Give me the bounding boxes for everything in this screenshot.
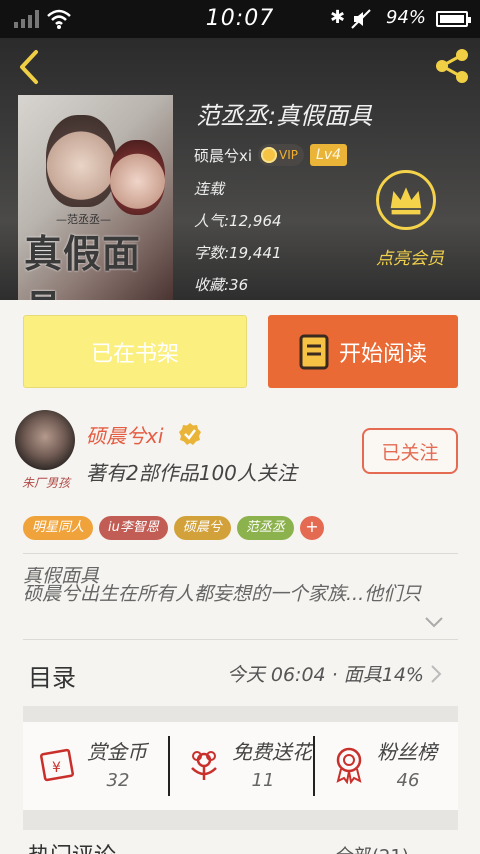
- battery-percent: 94%: [386, 7, 427, 28]
- author-summary: 著有2部作品100人关注: [86, 461, 297, 485]
- reward-coins-label: 赏金币: [87, 740, 147, 764]
- followed-button[interactable]: 已关注: [362, 428, 458, 474]
- book-header: —范丞丞— 真假面具 范丞丞:真假面具 硕晨兮xi VIP Lv4 连载 人气:…: [0, 38, 480, 300]
- reward-coins-count: 32: [106, 770, 130, 791]
- battery-icon: [436, 11, 471, 27]
- in-bookshelf-button[interactable]: 已在书架: [23, 315, 247, 388]
- vip-badge: VIP: [258, 144, 305, 166]
- fan-ranking-label: 粉丝榜: [377, 740, 437, 764]
- in-bookshelf-label: 已在书架: [90, 341, 179, 367]
- chevron-right-icon: [431, 665, 442, 683]
- red-envelope-icon: ¥: [40, 748, 74, 782]
- all-comments-link[interactable]: 全部(21): [336, 842, 409, 854]
- book-word-count: 字数:19,441: [194, 244, 282, 262]
- synopsis-line-2: 硕晨兮出生在所有人都妄想的一个家族...他们只: [23, 583, 422, 605]
- tag-item[interactable]: 硕晨兮: [173, 516, 231, 540]
- cover-figure-male: [46, 115, 116, 207]
- author-name[interactable]: 硕晨兮xi: [194, 145, 252, 166]
- fan-ranking-count: 46: [396, 770, 420, 791]
- author-avatar[interactable]: [15, 410, 75, 470]
- author-card-name[interactable]: 硕晨兮xi: [86, 420, 163, 449]
- crown-icon[interactable]: [376, 170, 436, 230]
- divider: [23, 553, 458, 554]
- free-flower-count: 11: [251, 770, 275, 791]
- avatar-caption: 朱厂男孩: [22, 476, 71, 490]
- table-of-contents-row[interactable]: 目录 今天 06:04 · 面具14%: [0, 640, 480, 704]
- section-gap: [23, 810, 458, 830]
- book-cover[interactable]: —范丞丞— 真假面具: [18, 95, 173, 300]
- fan-ranking-item[interactable]: 粉丝榜 46: [313, 722, 458, 810]
- tag-list: 明星同人 iu李智恩 硕晨兮 范丞丞 +: [23, 516, 324, 540]
- start-reading-label: 开始阅读: [338, 341, 427, 367]
- book-icon: [299, 334, 329, 369]
- bluetooth-icon: ✱: [330, 7, 346, 28]
- svg-text:¥: ¥: [52, 760, 61, 776]
- medal-icon: [336, 747, 362, 784]
- verified-icon: [179, 423, 201, 445]
- sun-icon: [261, 147, 278, 163]
- share-icon[interactable]: [432, 46, 472, 86]
- flower-icon: [191, 751, 217, 780]
- chevron-down-icon[interactable]: [424, 616, 444, 628]
- tag-item[interactable]: 范丞丞: [236, 516, 294, 540]
- cover-title: 真假面具: [24, 231, 142, 300]
- reward-coins-item[interactable]: ¥ 赏金币 32: [23, 722, 168, 810]
- synopsis[interactable]: 真假面具 硕晨兮出生在所有人都妄想的一个家族...他们只: [23, 567, 458, 607]
- latest-chapter: 今天 06:04 · 面具14%: [226, 664, 424, 686]
- vip-label: VIP: [279, 148, 299, 162]
- book-favorites: 收藏:36: [194, 276, 249, 294]
- mute-icon: [351, 9, 371, 29]
- hot-comments-title: 热门评论: [28, 838, 116, 854]
- tag-item[interactable]: 明星同人: [23, 516, 94, 540]
- author-row: 硕晨兮xi VIP Lv4: [194, 144, 348, 166]
- book-title: 范丞丞:真假面具: [196, 102, 373, 130]
- book-status: 连载: [194, 180, 225, 198]
- start-reading-button[interactable]: 开始阅读: [268, 315, 458, 388]
- free-flower-item[interactable]: 免费送花 11: [168, 722, 313, 810]
- status-bar: 10:07 ✱ 94%: [0, 0, 480, 38]
- book-popularity: 人气:12,964: [194, 212, 282, 230]
- membership-label[interactable]: 点亮会员: [376, 244, 444, 269]
- toc-label: 目录: [28, 664, 76, 692]
- stats-panel: ¥ 赏金币 32 免费送花 11 粉丝榜 46: [23, 722, 458, 810]
- free-flower-label: 免费送花: [232, 740, 312, 764]
- level-badge: Lv4: [310, 144, 348, 166]
- add-tag-button[interactable]: +: [299, 516, 324, 540]
- section-gap: [23, 706, 458, 722]
- cover-figure-female: [110, 140, 165, 215]
- followed-label: 已关注: [381, 441, 439, 464]
- tag-item[interactable]: iu李智恩: [99, 516, 168, 540]
- back-arrow-icon[interactable]: [14, 48, 44, 86]
